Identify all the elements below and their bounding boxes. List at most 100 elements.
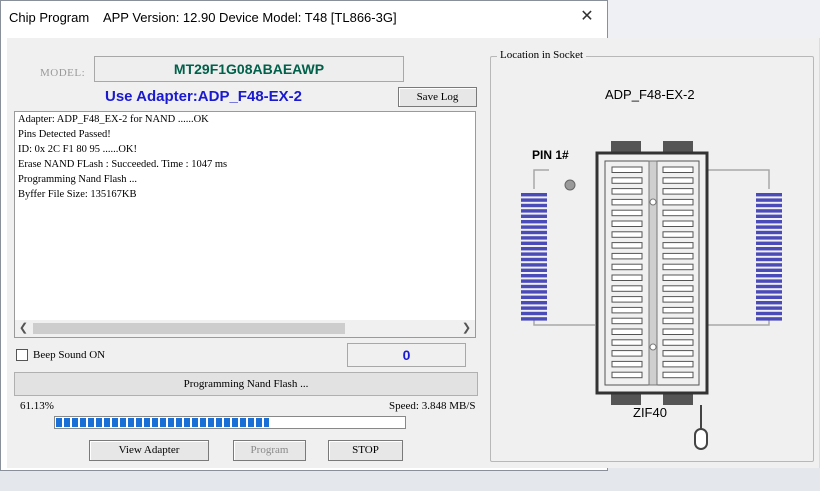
adapter-pin (521, 290, 547, 294)
zif-contact-left (611, 209, 643, 217)
beep-sound-checkbox[interactable] (16, 349, 28, 361)
adapter-pin (756, 203, 782, 208)
adapter-pin (756, 274, 782, 278)
log-line: Byffer File Size: 135167KB (18, 189, 137, 200)
adapter-pin (521, 241, 547, 245)
scroll-left-icon[interactable]: ❮ (15, 320, 32, 337)
zif-contact-left (611, 242, 643, 249)
progress-percent: 61.13% (20, 400, 54, 412)
adapter-pin (756, 263, 782, 267)
adapter-pin (756, 284, 782, 289)
zif-contact-left (611, 317, 643, 325)
status-text: Programming Nand Flash ... (14, 372, 478, 396)
save-log-button[interactable]: Save Log (398, 87, 477, 107)
zif-contact-left (611, 166, 643, 173)
zif-contact-right (662, 350, 694, 357)
zif-contact-left (611, 263, 643, 271)
log-line: Erase NAND FLash : Succeeded. Time : 104… (18, 159, 228, 170)
view-adapter-button[interactable]: View Adapter (89, 440, 209, 461)
model-label: MODEL: (40, 67, 86, 79)
adapter-pin (756, 193, 782, 197)
zif-contact-right (662, 339, 694, 346)
adapter-pin (756, 301, 782, 305)
right-adapter-pins (756, 193, 782, 321)
zif-contact-left (611, 339, 643, 346)
close-icon[interactable]: ✕ (567, 1, 607, 33)
adapter-pin (521, 220, 547, 224)
zif-contact-right (662, 166, 694, 173)
adapter-pin (756, 214, 782, 218)
zif-contact-left (611, 285, 643, 292)
scroll-thumb[interactable] (33, 323, 345, 334)
zif-contact-right (662, 263, 694, 271)
adapter-pin (521, 311, 547, 316)
adapter-label: Use Adapter:ADP_F48-EX-2 (105, 88, 302, 105)
zif-contact-right (662, 360, 694, 368)
adapter-pin (756, 236, 782, 240)
adapter-pin (521, 317, 547, 321)
adapter-pin (756, 230, 782, 235)
zif-label: ZIF40 (633, 405, 667, 420)
zif-contact-left (611, 188, 643, 195)
adapter-pin (756, 252, 782, 256)
zif-contact-right (662, 177, 694, 184)
adapter-pin (521, 274, 547, 278)
adapter-pin (521, 252, 547, 256)
app-version-text: APP Version: 12.90 Device Model: T48 [TL… (102, 10, 397, 25)
adapter-pin (521, 214, 547, 218)
adapter-pin (521, 209, 547, 213)
adapter-pin (756, 247, 782, 251)
zif-contact-right (662, 242, 694, 249)
zif-contact-right (662, 296, 694, 303)
pin1-marker (564, 179, 576, 191)
left-adapter-pins (521, 193, 547, 321)
zif-contact-left (611, 177, 643, 184)
adapter-pin (521, 284, 547, 289)
adapter-pin (756, 290, 782, 294)
adapter-pin (521, 263, 547, 267)
adapter-pin (756, 295, 782, 299)
zif-contact-right (662, 285, 694, 292)
zif-contact-right (662, 198, 694, 206)
socket-diagram: ADP_F48-EX-2 PIN 1# ZIF40 (521, 87, 782, 450)
zif-center-bar (648, 160, 658, 386)
adapter-pin (756, 311, 782, 316)
zif-contact-left (611, 231, 643, 238)
adapter-pin (521, 247, 547, 251)
log-horizontal-scrollbar[interactable]: ❮ ❯ (15, 320, 475, 337)
adapter-pin (521, 198, 547, 202)
progress-bar (54, 416, 406, 429)
adapter-pin (756, 241, 782, 245)
zif-contact-right (662, 317, 694, 325)
zif-contact-right (662, 188, 694, 195)
zif-contact-right (662, 306, 694, 314)
adapter-pin (521, 295, 547, 299)
progress-bar-fill (56, 418, 269, 427)
adapter-pin (521, 268, 547, 272)
zif-center-hole-top (649, 198, 657, 206)
zif-contact-left (611, 274, 643, 281)
zif-lever-handle[interactable] (694, 428, 708, 450)
beep-sound-label: Beep Sound ON (33, 349, 106, 361)
window-title: Chip Program APP Version: 12.90 Device M… (9, 10, 397, 25)
pin1-label: PIN 1# (532, 148, 569, 162)
zif-contact-right (662, 328, 694, 335)
adapter-pin (521, 279, 547, 283)
zif-contact-left (611, 371, 643, 379)
program-button[interactable]: Program (233, 440, 306, 461)
adapter-pin (521, 225, 547, 229)
speed-readout: Speed: 3.848 MB/S (389, 400, 476, 412)
title-bar: Chip Program APP Version: 12.90 Device M… (1, 1, 607, 33)
adapter-pin (756, 306, 782, 310)
background-window-bottom (0, 468, 820, 491)
left-lead-top (533, 169, 549, 189)
adapter-pin (521, 301, 547, 305)
adapter-pin (521, 236, 547, 240)
log-line: Pins Detected Passed! (18, 129, 111, 140)
stop-button[interactable]: STOP (328, 440, 403, 461)
zif-contact-right (662, 231, 694, 238)
scroll-right-icon[interactable]: ❯ (458, 320, 475, 337)
log-line: ID: 0x 2C F1 80 95 ......OK! (18, 144, 138, 155)
zif-contact-right (662, 220, 694, 227)
log-panel[interactable]: Adapter: ADP_F48_EX-2 for NAND ......OK … (14, 111, 476, 338)
